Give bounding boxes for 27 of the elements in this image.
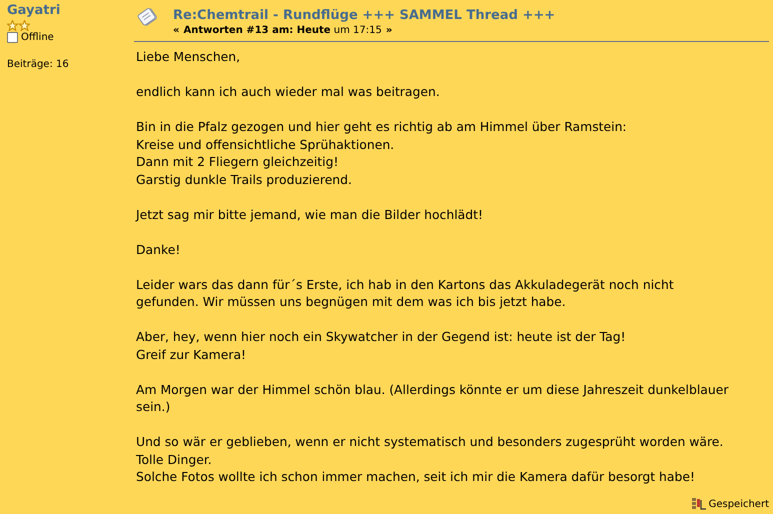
post-text-line: Solche Fotos wollte ich schon immer machen, seit ich mir die Kamera dafür besorgt habe! <box>136 468 696 486</box>
post-text-line: Jetzt sag mir bitte jemand, wie man die Bilder hochlädt! <box>136 206 484 223</box>
author-name[interactable]: Gayatri <box>7 2 60 19</box>
post-text-line: Und so wär er geblieben, wenn er nicht systematisch und besonders zugesprüht worden wäre. <box>136 433 724 450</box>
post-text-line: Leider wars das dann für´s Erste, ich hab in den Kartons das Akkuladegerät noch nicht <box>136 276 675 293</box>
post-text-line: Danke! <box>136 240 182 258</box>
previous-link[interactable]: « <box>173 24 180 37</box>
post-text-line: Am Morgen war der Himmel schön blau. (Allerdings könnte er um diese Jahreszeit dunkelblauer <box>136 380 730 398</box>
post-meta: Antworten #13 am: Heute um 17:15 <box>183 24 382 37</box>
post-text-line: Tolle Dinger. <box>136 450 213 468</box>
next-link[interactable]: » <box>386 24 392 37</box>
post-text-line: Dann mit 2 Fliegern gleichzeitig! <box>136 153 340 170</box>
post-text-line: gefunden. Wir müssen uns begnügen mit dem was ich bis jetzt habe. <box>136 293 567 310</box>
post-text-line: Garstig dunkle Trails produzierend. <box>136 170 353 188</box>
tree-icon <box>690 497 707 511</box>
saved-label: Gespeichert <box>708 498 769 510</box>
post-text-line: endlich kann ich auch wieder mal was beitragen. <box>136 83 441 100</box>
post-text-line: Aber, hey, wenn hier noch ein Skywatcher in der Gegend ist: heute ist der Tag! <box>136 328 627 346</box>
post-text-line: Greif zur Kamera! <box>136 346 248 363</box>
post-count: Beiträge: 16 <box>7 59 69 70</box>
post-title[interactable]: Re:Chemtrail - Rundflüge +++ SAMMEL Thread +++ <box>173 8 556 23</box>
post-text-line: Bin in die Pfalz gezogen und hier geht es richtig ab am Himmel über Ramstein: <box>136 118 628 136</box>
post-text-line: sein.) <box>136 398 172 416</box>
status-text: Offline <box>21 32 54 43</box>
post-text-line: Kreise und offensichtliche Sprühaktionen. <box>136 136 396 153</box>
post-text-line: Liebe Menschen, <box>136 48 242 66</box>
rank-stars-icon <box>7 20 30 31</box>
